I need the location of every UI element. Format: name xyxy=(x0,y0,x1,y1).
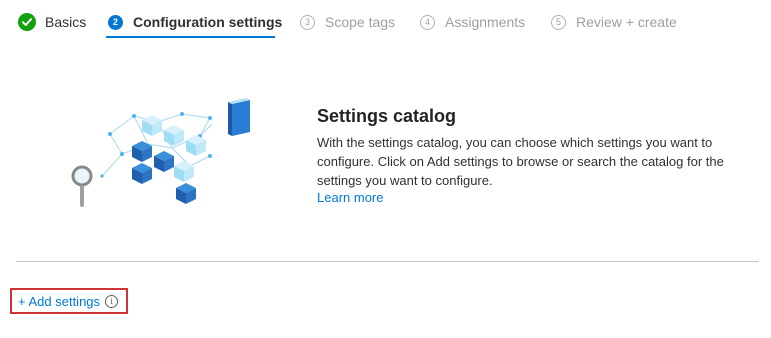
step-label: Assignments xyxy=(445,14,526,30)
step-configuration-settings[interactable]: 2 Configuration settings xyxy=(108,12,282,32)
active-step-underline xyxy=(106,36,275,38)
add-settings-label: + Add settings xyxy=(18,293,101,309)
step-assignments[interactable]: 4 Assignments xyxy=(420,12,525,32)
step-number: 4 xyxy=(420,14,435,30)
step-number: 3 xyxy=(300,14,315,30)
step-number: 5 xyxy=(551,14,566,30)
step-label: Scope tags xyxy=(325,14,396,30)
catalog-description: With the settings catalog, you can choos… xyxy=(317,135,724,188)
step-number: 2 xyxy=(108,14,123,30)
step-basics[interactable]: Basics xyxy=(18,12,86,32)
add-settings-button[interactable]: + Add settings i xyxy=(10,288,128,314)
step-label: Basics xyxy=(45,14,87,30)
step-review-create[interactable]: 5 Review + create xyxy=(551,12,677,32)
wizard-steps: Basics 2 Configuration settings 3 Scope … xyxy=(0,0,771,44)
info-icon[interactable]: i xyxy=(105,294,119,308)
step-scope-tags[interactable]: 3 Scope tags xyxy=(300,12,395,32)
step-label: Configuration settings xyxy=(133,14,283,30)
section-divider xyxy=(16,261,759,262)
settings-catalog-illustration xyxy=(71,98,250,207)
catalog-title: Settings catalog xyxy=(317,106,457,126)
step-label: Review + create xyxy=(576,14,677,30)
learn-more-link[interactable]: Learn more xyxy=(317,190,383,205)
checkmark-circle-icon xyxy=(18,13,36,31)
